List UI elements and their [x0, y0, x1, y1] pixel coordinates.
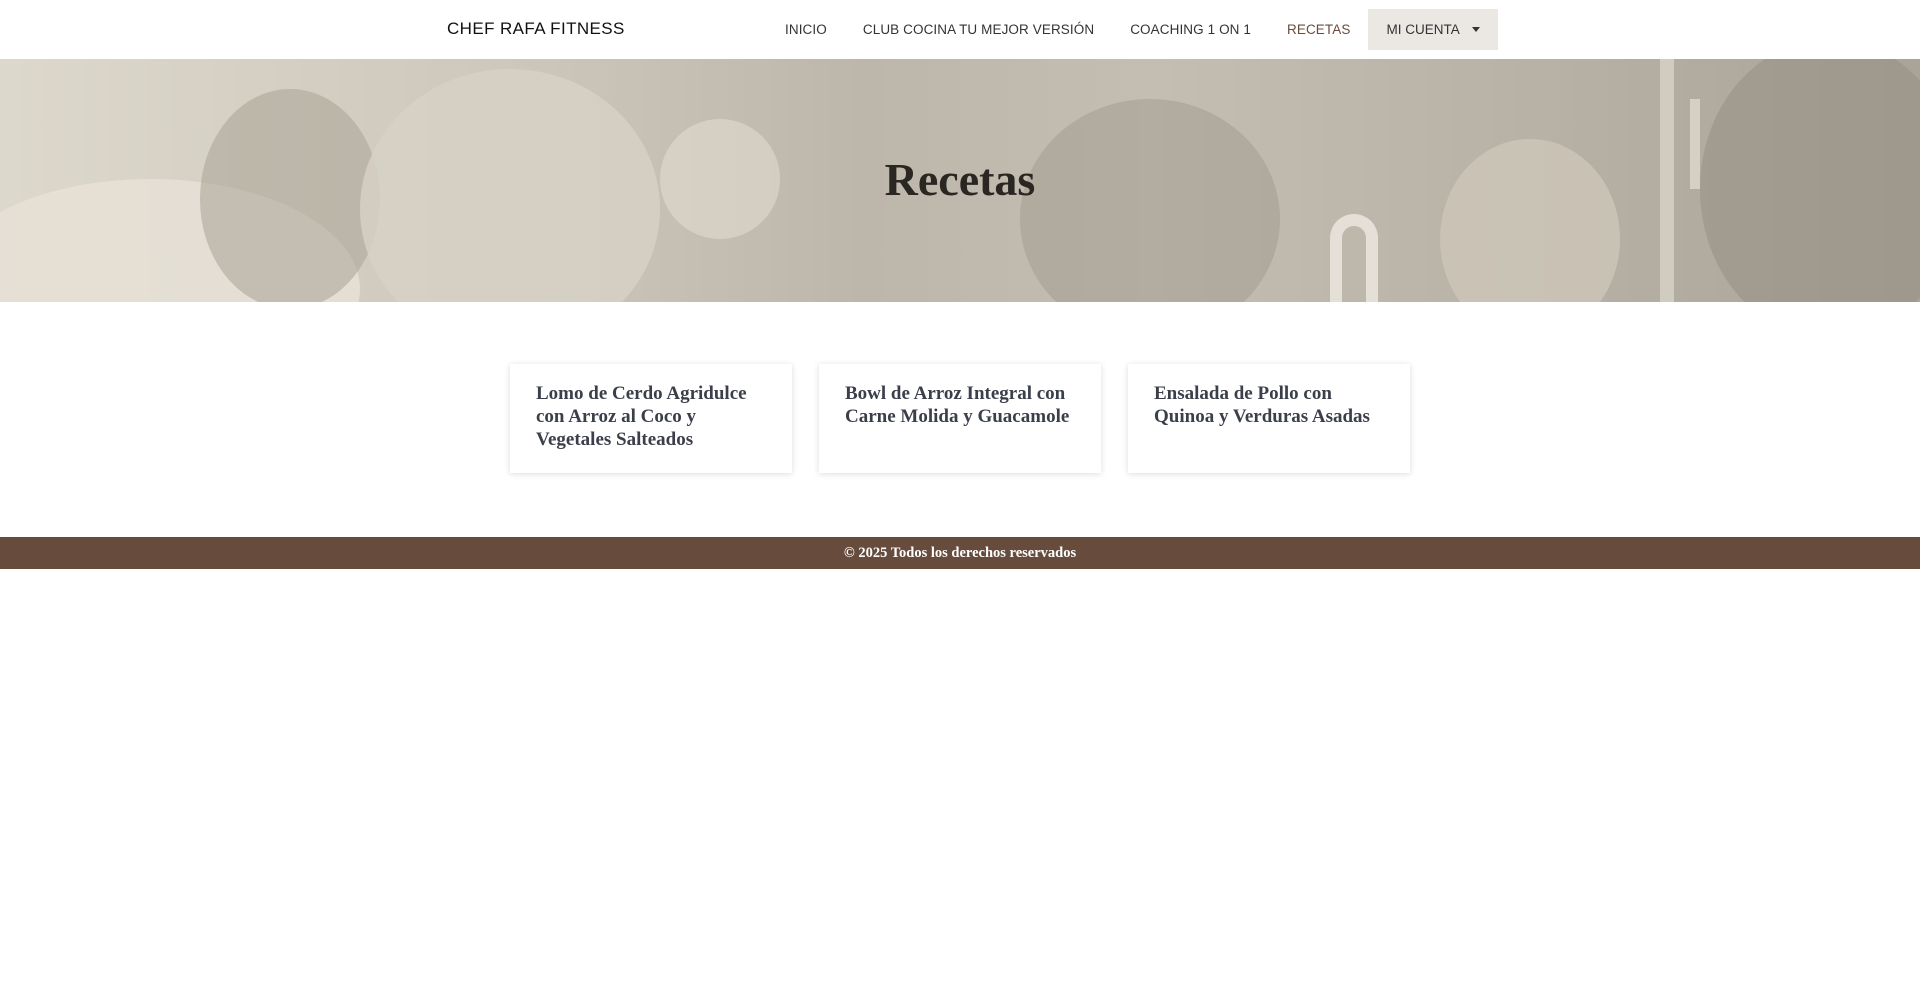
hero-banner: Recetas — [0, 59, 1920, 302]
main-nav: INICIO CLUB COCINA TU MEJOR VERSIÓN COAC… — [767, 9, 1498, 50]
caret-down-icon — [1471, 27, 1480, 32]
account-label: MI CUENTA — [1386, 22, 1460, 37]
recipe-card[interactable]: Bowl de Arroz Integral con Carne Molida … — [819, 364, 1101, 473]
nav-item-recetas[interactable]: RECETAS — [1269, 9, 1368, 50]
copyright-text: © 2025 Todos los derechos reservados — [843, 544, 1077, 561]
recipe-card-title[interactable]: Bowl de Arroz Integral con Carne Molida … — [845, 382, 1075, 428]
nav-item-club-cocina[interactable]: CLUB COCINA TU MEJOR VERSIÓN — [845, 9, 1112, 50]
recipe-card[interactable]: Lomo de Cerdo Agridulce con Arroz al Coc… — [510, 364, 792, 473]
site-footer: © 2025 Todos los derechos reservados — [0, 537, 1920, 569]
recipe-card-title[interactable]: Ensalada de Pollo con Quinoa y Verduras … — [1154, 382, 1384, 428]
site-header: CHEF RAFA FITNESS INICIO CLUB COCINA TU … — [0, 0, 1920, 59]
recipe-card[interactable]: Ensalada de Pollo con Quinoa y Verduras … — [1128, 364, 1410, 473]
nav-item-inicio[interactable]: INICIO — [767, 9, 845, 50]
page-title: Recetas — [884, 154, 1036, 205]
brand-logo-link[interactable]: CHEF RAFA FITNESS — [447, 19, 625, 39]
nav-item-coaching[interactable]: COACHING 1 ON 1 — [1112, 9, 1269, 50]
recipe-card-title[interactable]: Lomo de Cerdo Agridulce con Arroz al Coc… — [536, 382, 766, 451]
account-dropdown-button[interactable]: MI CUENTA — [1368, 9, 1498, 50]
hero-background-shape — [1330, 214, 1378, 302]
recipe-list: Lomo de Cerdo Agridulce con Arroz al Coc… — [510, 364, 1410, 473]
